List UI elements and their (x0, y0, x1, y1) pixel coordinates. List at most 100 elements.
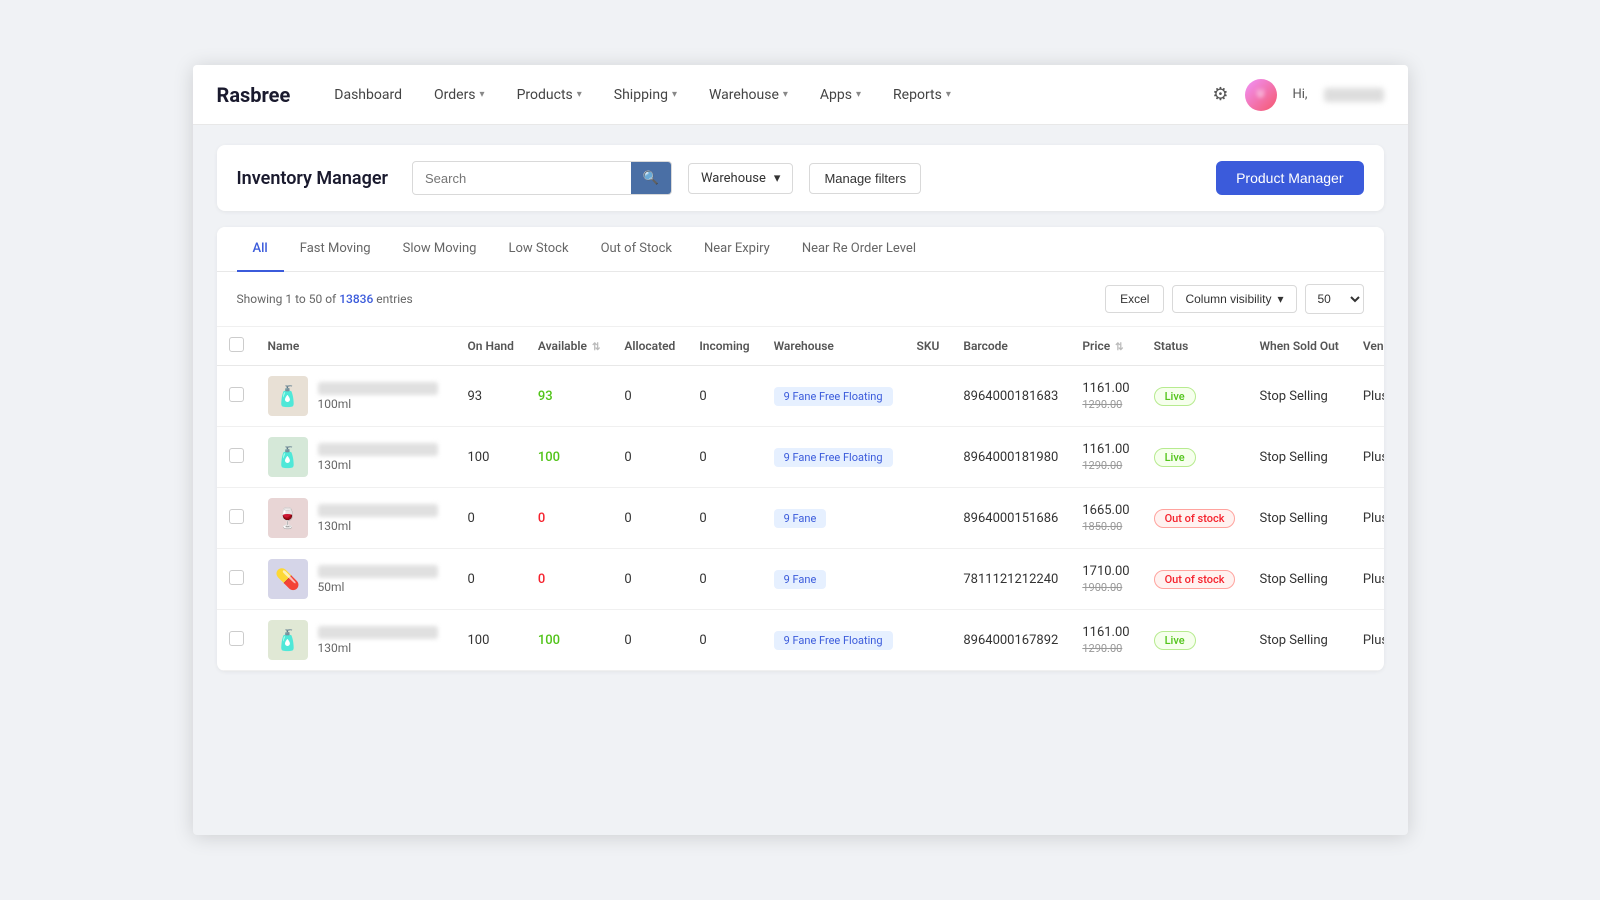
allocated-cell: 0 (612, 549, 687, 610)
nav-item-reports[interactable]: Reports ▾ (881, 81, 963, 109)
on-hand-cell: 100 (456, 610, 526, 671)
on-hand-cell: 93 (456, 366, 526, 427)
search-container: 🔍 (412, 161, 672, 195)
product-name-cell: 💊 50ml (256, 549, 456, 610)
table-row: 🍷 130ml 0 0 0 0 9 Fane 8964000151686 166… (217, 488, 1384, 549)
warehouse-dropdown[interactable]: Warehouse ▾ (688, 163, 793, 194)
status-cell: Live (1142, 610, 1248, 671)
sku-cell (905, 488, 952, 549)
nav-item-dashboard[interactable]: Dashboard (322, 81, 414, 109)
warehouse-badge: 9 Fane Free Floating (774, 387, 893, 406)
table-row: 💊 50ml 0 0 0 0 9 Fane 7811121212240 1710… (217, 549, 1384, 610)
allocated-cell: 0 (612, 366, 687, 427)
when-sold-out-cell: Stop Selling (1247, 488, 1350, 549)
nav-item-products[interactable]: Products ▾ (505, 81, 594, 109)
incoming-cell: 0 (687, 366, 761, 427)
nav-label-reports: Reports (893, 87, 942, 103)
excel-button[interactable]: Excel (1105, 285, 1164, 313)
window: Rasbree Dashboard Orders ▾ Products ▾ Sh… (193, 65, 1408, 835)
tab-all[interactable]: All (237, 227, 284, 272)
product-manager-button[interactable]: Product Manager (1216, 161, 1363, 195)
vendor-cell: Plushr (1351, 366, 1384, 427)
warehouse-label: Warehouse (701, 171, 766, 186)
product-name-blurred (318, 382, 438, 395)
table-section: All Fast Moving Slow Moving Low Stock Ou… (217, 227, 1384, 671)
product-info: 💊 50ml (268, 559, 444, 599)
chevron-down-icon: ▾ (856, 89, 861, 100)
brand-logo[interactable]: Rasbree (217, 83, 291, 107)
page-header: Inventory Manager 🔍 Warehouse ▾ Manage f… (217, 145, 1384, 211)
price-info: 1665.00 1850.00 (1082, 503, 1129, 533)
th-checkbox (217, 327, 256, 366)
sku-cell (905, 610, 952, 671)
sku-cell (905, 549, 952, 610)
page-size-select[interactable]: 50 100 200 (1305, 284, 1364, 314)
th-on-hand: On Hand (456, 327, 526, 366)
table-controls: Showing 1 to 50 of 13836 entries Excel C… (217, 272, 1384, 327)
product-thumbnail: 🍷 (268, 498, 308, 538)
th-available[interactable]: Available ⇅ (526, 327, 612, 366)
row-checkbox-cell (217, 366, 256, 427)
price-info: 1710.00 1900.00 (1082, 564, 1129, 594)
select-all-checkbox[interactable] (229, 337, 244, 352)
status-badge: Live (1154, 448, 1196, 467)
sku-cell (905, 427, 952, 488)
gear-icon[interactable]: ⚙ (1212, 84, 1228, 105)
nav-label-products: Products (517, 87, 573, 103)
user-name (1324, 88, 1384, 102)
product-name-text: 130ml (318, 626, 438, 655)
on-hand-cell: 0 (456, 488, 526, 549)
product-sub-name: 50ml (318, 580, 438, 594)
product-info: 🧴 130ml (268, 437, 444, 477)
th-sku: SKU (905, 327, 952, 366)
row-checkbox[interactable] (229, 448, 244, 463)
tab-out-of-stock[interactable]: Out of Stock (585, 227, 688, 272)
search-icon: 🔍 (643, 170, 659, 185)
nav-item-warehouse[interactable]: Warehouse ▾ (697, 81, 800, 109)
available-cell: 0 (526, 488, 612, 549)
vendor-cell: Plushr (1351, 427, 1384, 488)
on-hand-cell: 100 (456, 427, 526, 488)
main-content: Inventory Manager 🔍 Warehouse ▾ Manage f… (193, 125, 1408, 691)
price-current: 1710.00 (1082, 564, 1129, 579)
th-incoming: Incoming (687, 327, 761, 366)
chevron-down-icon: ▾ (783, 89, 788, 100)
row-checkbox[interactable] (229, 509, 244, 524)
row-checkbox[interactable] (229, 387, 244, 402)
barcode-cell: 7811121212240 (951, 549, 1070, 610)
price-current: 1161.00 (1082, 625, 1129, 640)
search-input[interactable] (413, 164, 631, 193)
status-cell: Live (1142, 427, 1248, 488)
price-current: 1161.00 (1082, 442, 1129, 457)
row-checkbox-cell (217, 427, 256, 488)
price-original: 1290.00 (1082, 398, 1129, 411)
table-header-row: Name On Hand Available ⇅ Allocated (217, 327, 1384, 366)
column-visibility-button[interactable]: Column visibility ▾ (1172, 285, 1296, 313)
row-checkbox[interactable] (229, 570, 244, 585)
hi-text: Hi, (1293, 87, 1308, 102)
th-price[interactable]: Price ⇅ (1070, 327, 1141, 366)
price-current: 1161.00 (1082, 381, 1129, 396)
product-thumbnail: 💊 (268, 559, 308, 599)
navbar: Rasbree Dashboard Orders ▾ Products ▾ Sh… (193, 65, 1408, 125)
tab-near-reorder[interactable]: Near Re Order Level (786, 227, 932, 272)
product-sub-name: 100ml (318, 397, 438, 411)
tab-fast-moving[interactable]: Fast Moving (284, 227, 387, 272)
app-container: Rasbree Dashboard Orders ▾ Products ▾ Sh… (0, 0, 1600, 900)
inventory-table: Name On Hand Available ⇅ Allocated (217, 327, 1384, 671)
status-badge: Live (1154, 387, 1196, 406)
nav-label-shipping: Shipping (614, 87, 668, 103)
nav-item-orders[interactable]: Orders ▾ (422, 81, 497, 109)
allocated-cell: 0 (612, 610, 687, 671)
nav-item-apps[interactable]: Apps ▾ (808, 81, 873, 109)
manage-filters-button[interactable]: Manage filters (809, 163, 921, 194)
search-button[interactable]: 🔍 (631, 162, 671, 194)
table-row: 🧴 100ml 93 93 0 0 9 Fane Free Floating 8… (217, 366, 1384, 427)
total-count: 13836 (339, 292, 373, 306)
tab-near-expiry[interactable]: Near Expiry (688, 227, 786, 272)
tab-low-stock[interactable]: Low Stock (493, 227, 585, 272)
product-name-text: 50ml (318, 565, 438, 594)
tab-slow-moving[interactable]: Slow Moving (387, 227, 493, 272)
nav-item-shipping[interactable]: Shipping ▾ (602, 81, 689, 109)
row-checkbox[interactable] (229, 631, 244, 646)
